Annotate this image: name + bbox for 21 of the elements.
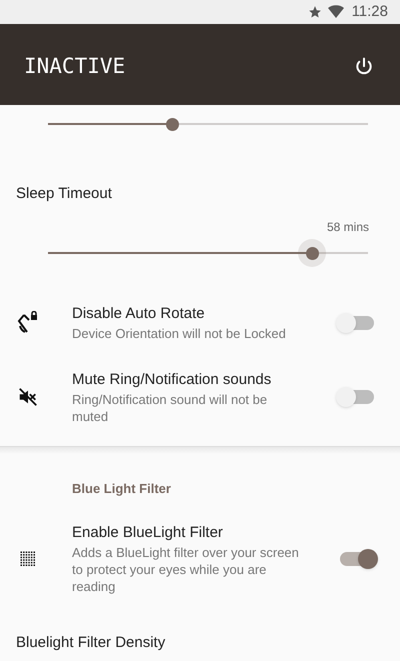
wifi-icon xyxy=(328,5,344,19)
setting-title: Enable BlueLight Filter xyxy=(72,523,224,543)
clock: 11:28 xyxy=(352,2,388,22)
setting-summary: Device Orientation will not be Locked xyxy=(72,325,287,342)
slider-value: 58 mins xyxy=(326,219,369,235)
slider[interactable] xyxy=(48,239,368,267)
setting-title: Sleep Timeout xyxy=(15,184,113,204)
power-icon[interactable] xyxy=(354,56,374,76)
setting-summary: Adds a BlueLight filter over your screen to protect your eyes while you are reading xyxy=(72,544,300,595)
category-header: Blue Light Filter xyxy=(71,480,172,498)
slider-thumb[interactable] xyxy=(306,246,318,260)
setting-summary: Ring/Notification sound will not be muted xyxy=(72,390,268,424)
rotation-lock-icon xyxy=(16,311,40,335)
setting-title: Disable Auto Rotate xyxy=(72,304,206,324)
dot-grid-icon xyxy=(20,551,36,567)
star-icon xyxy=(308,5,322,19)
slider-thumb[interactable] xyxy=(166,118,180,130)
header-title: INACTIVE xyxy=(24,52,126,80)
setting-title: Mute Ring/Notification sounds xyxy=(72,370,272,390)
mute-icon xyxy=(17,386,39,408)
setting-title: Bluelight Filter Density xyxy=(15,633,166,653)
